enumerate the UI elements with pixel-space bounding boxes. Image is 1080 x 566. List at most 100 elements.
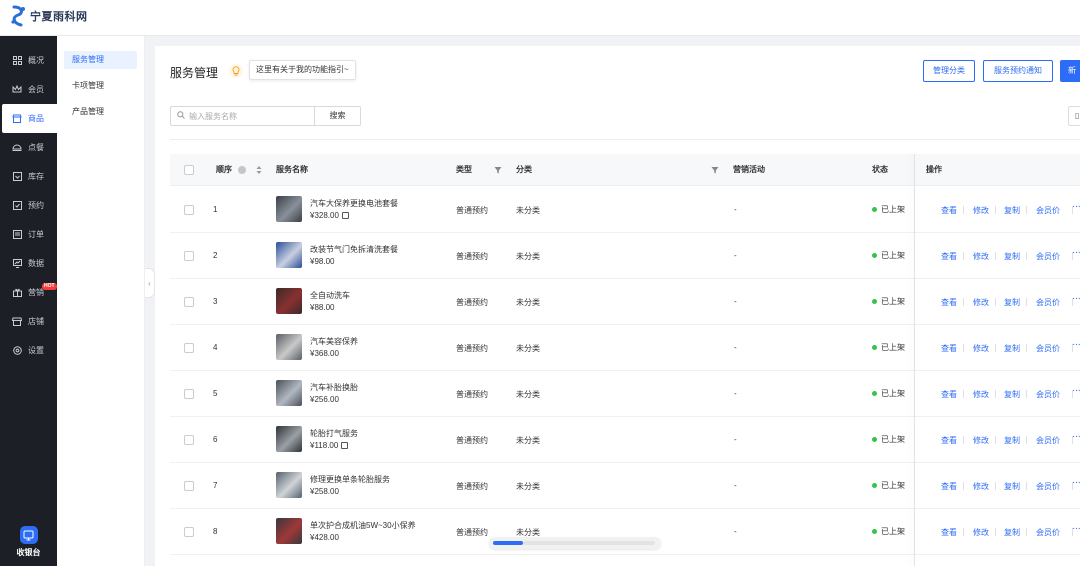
chart-icon: [12, 259, 22, 269]
more-actions-button[interactable]: ···: [1072, 431, 1080, 442]
member-price-button[interactable]: 会员价: [1036, 435, 1060, 446]
cashier-button[interactable]: 收银台: [0, 518, 57, 566]
horizontal-scrollbar[interactable]: [489, 537, 661, 549]
member-price-button[interactable]: 会员价: [1036, 527, 1060, 538]
sidebar-item-booking[interactable]: 预约: [0, 191, 57, 220]
copy-button[interactable]: 复制: [1004, 435, 1020, 446]
copy-button[interactable]: 复制: [1004, 205, 1020, 216]
sidebar-item-inventory[interactable]: 库存: [0, 162, 57, 191]
copy-button[interactable]: 复制: [1004, 389, 1020, 400]
edit-button[interactable]: 修改: [973, 297, 989, 308]
member-price-button[interactable]: 会员价: [1036, 297, 1060, 308]
member-price-button[interactable]: 会员价: [1036, 343, 1060, 354]
select-all-checkbox[interactable]: [184, 165, 194, 175]
help-icon[interactable]: [238, 166, 246, 174]
table-row[interactable]: 4 汽车美容保养 ¥368.00 普通预约 未分类 - 已上架 查看 修改 复制 会员…: [170, 325, 1080, 371]
edit-button[interactable]: 修改: [973, 527, 989, 538]
row-checkbox[interactable]: [184, 389, 194, 399]
table-row[interactable]: 2 改装节气门免拆清洗套餐 ¥98.00 普通预约 未分类 - 已上架 查看 修改…: [170, 233, 1080, 279]
sidebar-item-data[interactable]: 数据: [0, 249, 57, 278]
search-field[interactable]: [170, 106, 315, 126]
view-button[interactable]: 查看: [941, 343, 957, 354]
scrollbar-thumb[interactable]: [493, 541, 523, 545]
view-button[interactable]: 查看: [941, 205, 957, 216]
new-service-button[interactable]: 新: [1060, 60, 1080, 82]
more-actions-button[interactable]: ···: [1072, 293, 1080, 304]
member-price-button[interactable]: 会员价: [1036, 205, 1060, 216]
logo-icon: [10, 5, 28, 27]
row-checkbox[interactable]: [184, 481, 194, 491]
row-checkbox[interactable]: [184, 343, 194, 353]
table-row[interactable]: 7 修理更换单条轮胎服务 ¥258.00 普通预约 未分类 - 已上架 查看 修改…: [170, 463, 1080, 509]
copy-button[interactable]: 复制: [1004, 343, 1020, 354]
search-input[interactable]: [189, 111, 309, 121]
sidebar-item-store[interactable]: 店铺: [0, 307, 57, 336]
service-name[interactable]: 单次护合成机油5W~30小保养: [310, 520, 416, 531]
edit-button[interactable]: 修改: [973, 205, 989, 216]
sidebar-item-members[interactable]: 会员: [0, 75, 57, 104]
service-name[interactable]: 汽车补胎换胎: [310, 382, 358, 393]
more-actions-button[interactable]: ···: [1072, 523, 1080, 534]
more-actions-button[interactable]: ···: [1072, 385, 1080, 396]
table-row[interactable]: 5 汽车补胎换胎 ¥256.00 普通预约 未分类 - 已上架 查看 修改 复制 会员…: [170, 371, 1080, 417]
edit-button[interactable]: 修改: [973, 435, 989, 446]
member-price-button[interactable]: 会员价: [1036, 389, 1060, 400]
copy-button[interactable]: 复制: [1004, 297, 1020, 308]
row-checkbox[interactable]: [184, 251, 194, 261]
copy-button[interactable]: 复制: [1004, 527, 1020, 538]
table-row[interactable]: 3 全自动洗车 ¥88.00 普通预约 未分类 - 已上架 查看 修改 复制 会员价 …: [170, 279, 1080, 325]
view-button[interactable]: 查看: [941, 481, 957, 492]
subnav-item-product-management[interactable]: 产品管理: [64, 103, 137, 121]
sidebar-item-marketing[interactable]: 营销 HOT: [0, 278, 57, 307]
edit-button[interactable]: 修改: [973, 343, 989, 354]
collapse-sidebar-toggle[interactable]: ‹: [145, 268, 155, 298]
sort-icon[interactable]: [256, 165, 262, 175]
row-checkbox[interactable]: [184, 205, 194, 215]
service-name[interactable]: 汽车大保养更换电池套餐: [310, 198, 398, 209]
lightbulb-icon[interactable]: [229, 64, 243, 78]
filter-icon[interactable]: [494, 166, 502, 174]
sidebar-item-orders[interactable]: 订单: [0, 220, 57, 249]
more-actions-button[interactable]: ···: [1072, 247, 1080, 258]
table-row[interactable]: 1 汽车大保养更换电池套餐 ¥328.00 普通预约 未分类 - 已上架 查看 修…: [170, 187, 1080, 233]
edit-button[interactable]: 修改: [973, 251, 989, 262]
brand-logo[interactable]: 宁夏雨科网: [10, 4, 88, 28]
column-service-name: 服务名称: [276, 165, 308, 174]
view-button[interactable]: 查看: [941, 297, 957, 308]
sidebar-item-settings[interactable]: 设置: [0, 336, 57, 365]
edit-button[interactable]: 修改: [973, 389, 989, 400]
more-actions-button[interactable]: ···: [1072, 201, 1080, 212]
sidebar-item-overview[interactable]: 概况: [0, 46, 57, 75]
service-name[interactable]: 修理更换单条轮胎服务: [310, 474, 390, 485]
service-name[interactable]: 全自动洗车: [310, 290, 350, 301]
subnav-item-service-management[interactable]: 服务管理: [64, 51, 137, 69]
service-name[interactable]: 改装节气门免拆清洗套餐: [310, 244, 398, 255]
more-actions-button[interactable]: ···: [1072, 477, 1080, 488]
service-name[interactable]: 轮胎打气服务: [310, 428, 358, 439]
more-actions-button[interactable]: ···: [1072, 339, 1080, 350]
member-price-button[interactable]: 会员价: [1036, 251, 1060, 262]
row-checkbox[interactable]: [184, 527, 194, 537]
sidebar-item-goods[interactable]: 商品: [2, 104, 57, 133]
feature-guide-tooltip[interactable]: 这里有关于我的功能指引~: [249, 60, 356, 80]
search-button[interactable]: 搜索: [314, 106, 361, 126]
view-button[interactable]: 查看: [941, 527, 957, 538]
member-price-button[interactable]: 会员价: [1036, 481, 1060, 492]
filter-icon[interactable]: [711, 166, 719, 174]
view-button[interactable]: 查看: [941, 251, 957, 262]
service-name[interactable]: 汽车美容保养: [310, 336, 358, 347]
subnav-item-card-management[interactable]: 卡项管理: [64, 77, 137, 95]
booking-notice-button[interactable]: 服务预约通知: [983, 60, 1053, 82]
export-button-partial[interactable]: ▯: [1068, 106, 1080, 126]
view-button[interactable]: 查看: [941, 389, 957, 400]
copy-button[interactable]: 复制: [1004, 481, 1020, 492]
manage-category-button[interactable]: 管理分类: [923, 60, 975, 82]
row-checkbox[interactable]: [184, 435, 194, 445]
sidebar-item-ordering[interactable]: 点餐: [0, 133, 57, 162]
copy-button[interactable]: 复制: [1004, 251, 1020, 262]
table-row[interactable]: 6 轮胎打气服务 ¥118.00 普通预约 未分类 - 已上架 查看 修改 复制 会员…: [170, 417, 1080, 463]
view-button[interactable]: 查看: [941, 435, 957, 446]
row-checkbox[interactable]: [184, 297, 194, 307]
edit-button[interactable]: 修改: [973, 481, 989, 492]
row-order: 6: [213, 435, 218, 444]
